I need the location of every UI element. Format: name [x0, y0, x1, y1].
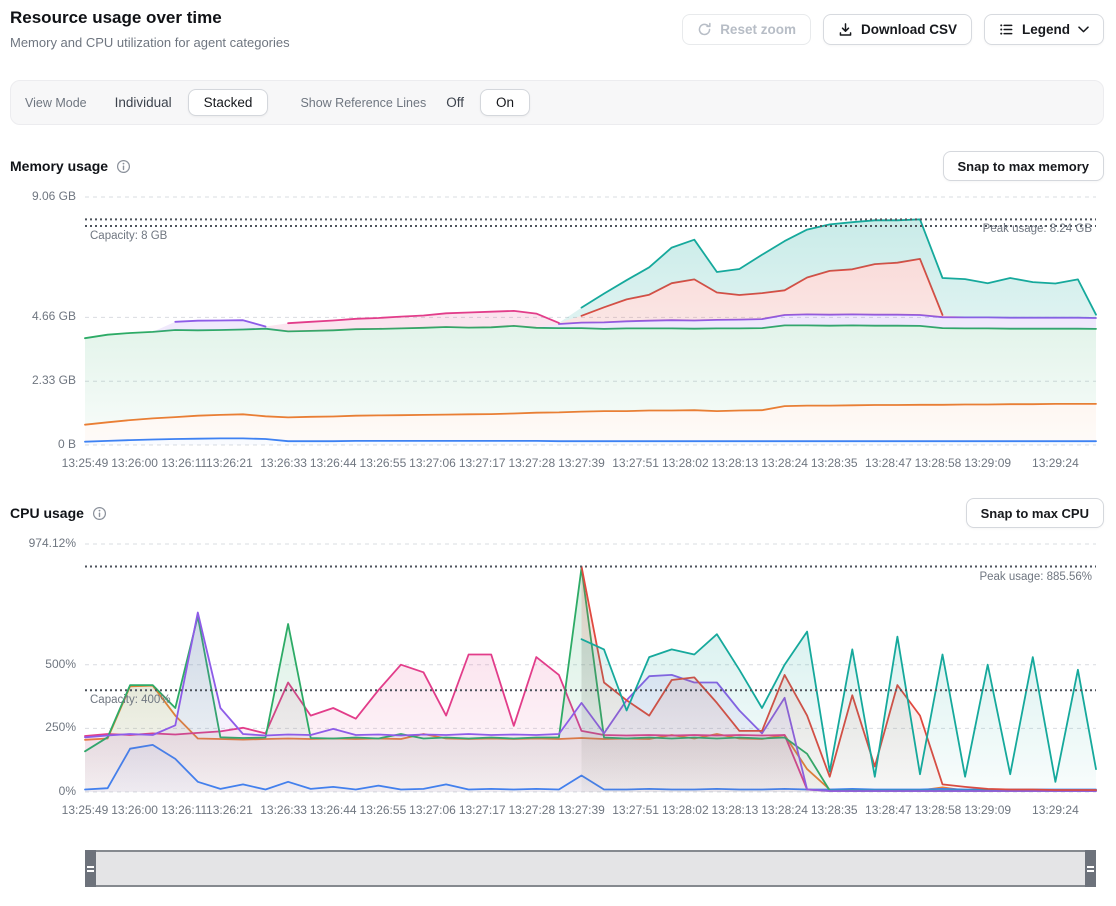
view-mode-individual-option[interactable]: Individual [103, 90, 184, 115]
legend-list-icon [999, 22, 1014, 37]
memory-x-tick-label: 13:27:06 [409, 456, 456, 470]
memory-chart-plot[interactable]: 9.06 GB 4.66 GB 2.33 GB 0 B 13:25:4913:26:00… [0, 190, 1116, 480]
brush-handle-right[interactable] [1085, 850, 1096, 887]
cpu-section-header: CPU usage Snap to max CPU [10, 497, 1104, 529]
cpu-x-tick-label: 13:28:47 [865, 803, 912, 817]
reference-lines-off-option[interactable]: Off [434, 90, 476, 115]
cpu-x-tick-label: 13:26:55 [360, 803, 407, 817]
cpu-x-tick-label: 13:27:06 [409, 803, 456, 817]
view-mode-label: View Mode [25, 96, 87, 110]
reset-zoom-button[interactable]: Reset zoom [682, 14, 811, 45]
page-header: Resource usage over time Memory and CPU … [10, 8, 290, 50]
legend-button[interactable]: Legend [984, 14, 1104, 45]
view-controls-bar: View Mode Individual Stacked Show Refere… [10, 80, 1104, 125]
memory-x-tick-label: 13:29:09 [964, 456, 1011, 470]
page-subtitle: Memory and CPU utilization for agent cat… [10, 35, 290, 50]
memory-section-header: Memory usage Snap to max memory [10, 150, 1104, 182]
memory-y-tick-label: 2.33 GB [0, 373, 76, 387]
cpu-x-tick-label: 13:26:21 [206, 803, 253, 817]
cpu-y-tick-label: 0% [0, 784, 76, 798]
cpu-x-tick-label: 13:28:02 [662, 803, 709, 817]
cpu-y-tick-label: 500% [0, 657, 76, 671]
snap-to-max-cpu-button[interactable]: Snap to max CPU [966, 498, 1104, 528]
reference-lines-on-option[interactable]: On [480, 89, 530, 116]
memory-y-tick-label: 0 B [0, 437, 76, 451]
memory-reference-label: Peak usage: 8.24 GB [983, 223, 1092, 235]
memory-x-tick-label: 13:26:21 [206, 456, 253, 470]
download-csv-button[interactable]: Download CSV [823, 14, 972, 45]
cpu-x-tick-label: 13:26:11 [161, 803, 207, 817]
cpu-y-tick-label: 974.12% [0, 536, 76, 550]
cpu-chart-canvas[interactable] [0, 537, 1116, 802]
reset-zoom-label: Reset zoom [720, 22, 796, 37]
memory-x-tick-label: 13:27:28 [508, 456, 555, 470]
chevron-down-icon [1078, 26, 1089, 33]
memory-reference-label: Capacity: 8 GB [90, 230, 167, 242]
memory-x-tick-label: 13:27:17 [459, 456, 506, 470]
cpu-area-teal [582, 632, 1097, 792]
memory-x-tick-label: 13:26:00 [111, 456, 158, 470]
download-csv-label: Download CSV [861, 22, 957, 37]
show-reference-lines-label: Show Reference Lines [300, 96, 426, 110]
memory-x-tick-label: 13:28:47 [865, 456, 912, 470]
view-mode-stacked-option[interactable]: Stacked [188, 89, 269, 116]
memory-x-tick-label: 13:26:11 [161, 456, 207, 470]
memory-x-tick-label: 13:26:44 [310, 456, 357, 470]
cpu-x-tick-label: 13:27:28 [508, 803, 555, 817]
cpu-x-tick-label: 13:25:49 [62, 803, 109, 817]
cpu-x-tick-label: 13:28:13 [712, 803, 759, 817]
cpu-reference-label: Peak usage: 885.56% [979, 571, 1092, 583]
memory-x-tick-label: 13:28:35 [811, 456, 858, 470]
memory-x-tick-label: 13:28:58 [915, 456, 962, 470]
cpu-y-tick-label: 250% [0, 720, 76, 734]
cpu-x-tick-label: 13:29:09 [964, 803, 1011, 817]
cpu-chart-plot[interactable]: 974.12% 500% 250% 0% 13:25:4913:26:0013:26:1… [0, 537, 1116, 827]
cpu-x-tick-label: 13:28:58 [915, 803, 962, 817]
memory-section-title: Memory usage [10, 158, 108, 174]
legend-label: Legend [1022, 22, 1070, 37]
cpu-x-tick-label: 13:26:00 [111, 803, 158, 817]
memory-chart-canvas[interactable] [0, 190, 1116, 455]
cpu-x-tick-label: 13:27:51 [612, 803, 659, 817]
cpu-x-tick-label: 13:27:17 [459, 803, 506, 817]
cpu-reference-label: Capacity: 400% [90, 694, 171, 706]
memory-x-tick-label: 13:28:13 [712, 456, 759, 470]
download-icon [838, 22, 853, 37]
cpu-x-tick-label: 13:27:39 [558, 803, 605, 817]
snap-to-max-memory-button[interactable]: Snap to max memory [943, 151, 1105, 181]
memory-x-tick-label: 13:28:02 [662, 456, 709, 470]
memory-y-tick-label: 4.66 GB [0, 309, 76, 323]
memory-x-tick-label: 13:29:24 [1032, 456, 1079, 470]
time-range-brush[interactable] [85, 850, 1096, 887]
reset-zoom-icon [697, 22, 712, 37]
info-icon[interactable] [92, 506, 107, 521]
memory-x-tick-label: 13:27:39 [558, 456, 605, 470]
cpu-x-tick-label: 13:26:44 [310, 803, 357, 817]
brush-handle-left[interactable] [85, 850, 96, 887]
page-title: Resource usage over time [10, 8, 290, 28]
cpu-x-tick-label: 13:29:24 [1032, 803, 1079, 817]
memory-x-tick-label: 13:26:55 [360, 456, 407, 470]
memory-x-tick-label: 13:25:49 [62, 456, 109, 470]
cpu-x-tick-label: 13:28:35 [811, 803, 858, 817]
toolbar: Reset zoom Download CSV Legend [682, 14, 1104, 45]
cpu-section-title: CPU usage [10, 505, 84, 521]
memory-x-tick-label: 13:26:33 [260, 456, 307, 470]
cpu-x-tick-label: 13:26:33 [260, 803, 307, 817]
memory-y-tick-label: 9.06 GB [0, 189, 76, 203]
memory-x-tick-label: 13:27:51 [612, 456, 659, 470]
memory-x-tick-label: 13:28:24 [761, 456, 808, 470]
cpu-x-tick-label: 13:28:24 [761, 803, 808, 817]
info-icon[interactable] [116, 159, 131, 174]
